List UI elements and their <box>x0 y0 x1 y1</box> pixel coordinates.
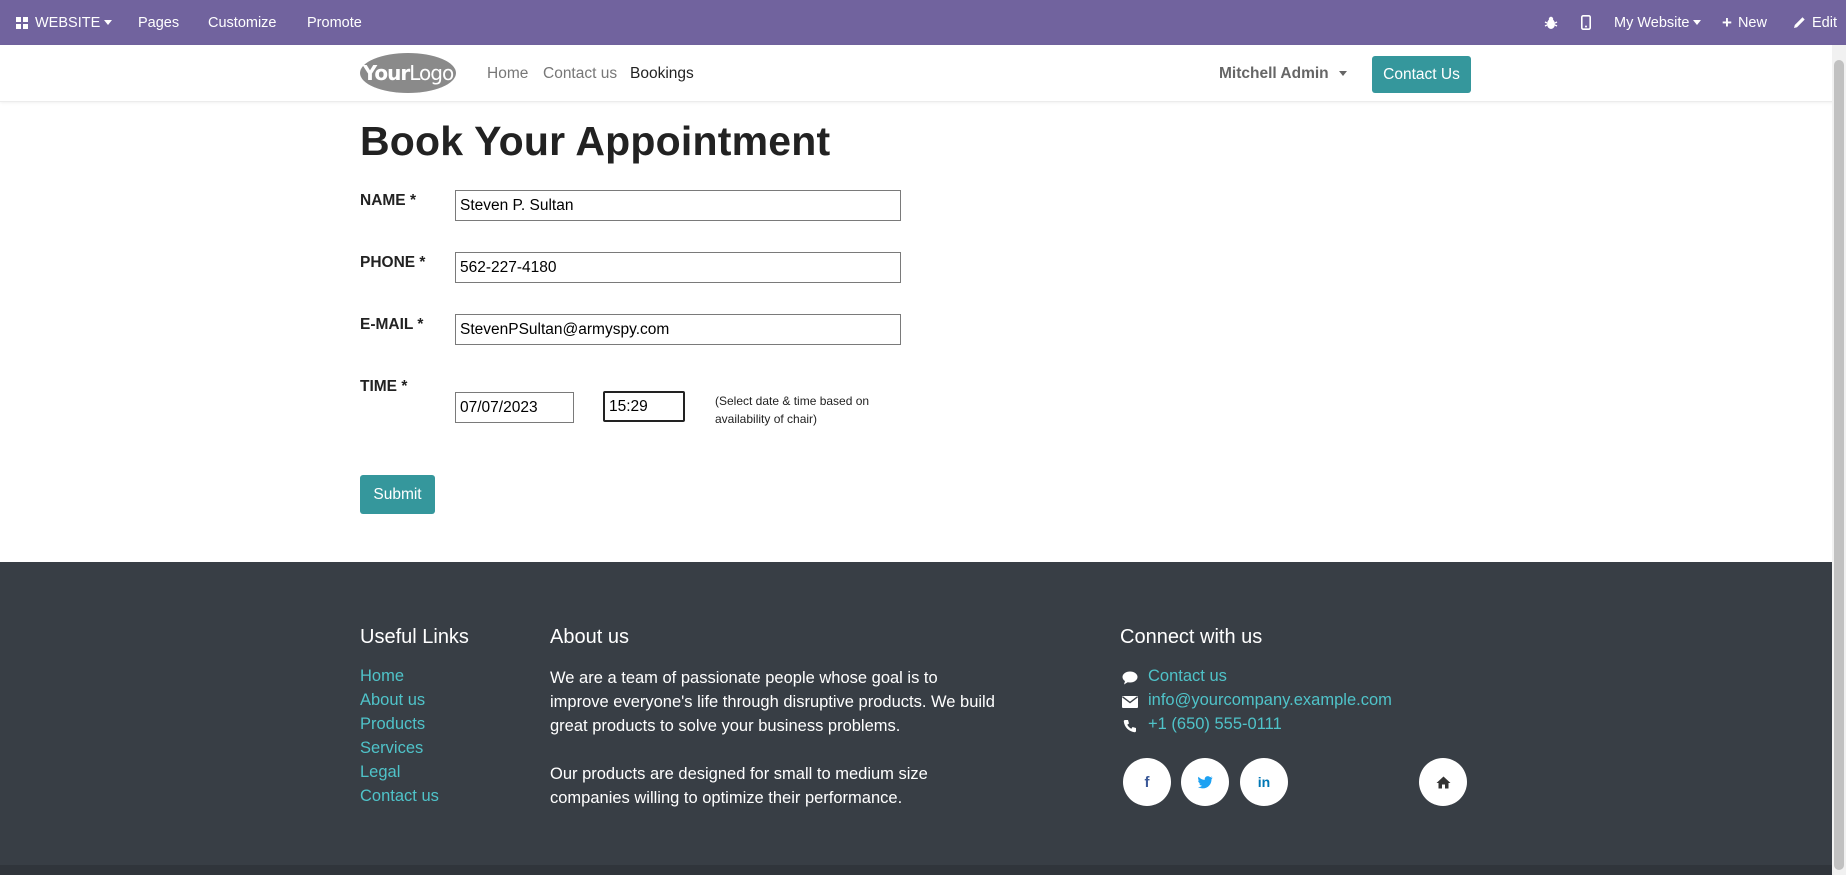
plus-icon: + <box>1722 12 1732 32</box>
apps-grid-icon <box>16 16 28 29</box>
mobile-preview-icon[interactable] <box>1581 0 1591 45</box>
time-field[interactable]: 15:29 <box>603 391 685 422</box>
name-label: NAME * <box>360 192 416 209</box>
caret-down-icon <box>1338 71 1347 76</box>
edit-label: Edit <box>1812 14 1837 31</box>
linkedin-icon[interactable]: in <box>1240 758 1288 806</box>
email-label: E-MAIL * <box>360 316 424 333</box>
footer-link-about-us[interactable]: About us <box>360 691 425 710</box>
promote-menu[interactable]: Promote <box>307 0 362 45</box>
connect-phone-link[interactable]: +1 (650) 555-0111 <box>1148 715 1282 734</box>
page-title: Book Your Appointment <box>360 118 831 164</box>
new-label: New <box>1737 14 1767 31</box>
connect-contact-link[interactable]: Contact us <box>1148 667 1227 686</box>
website-menu-label: WEBSITE <box>35 14 101 31</box>
about-us-title: About us <box>550 626 629 648</box>
twitter-icon[interactable] <box>1181 758 1229 806</box>
footer-copyright-strip <box>0 865 1846 875</box>
pages-menu[interactable]: Pages <box>138 0 179 45</box>
envelope-icon <box>1121 693 1139 711</box>
pencil-icon <box>1794 17 1805 28</box>
name-field[interactable]: Steven P. Sultan <box>455 190 901 221</box>
contact-us-button[interactable]: Contact Us <box>1372 56 1471 93</box>
footer-link-services[interactable]: Services <box>360 739 423 758</box>
user-menu[interactable]: Mitchell Admin <box>1219 45 1347 102</box>
company-logo[interactable]: Your Logo <box>360 53 456 93</box>
phone-label: PHONE * <box>360 254 426 271</box>
nav-home[interactable]: Home <box>487 45 528 102</box>
useful-links-title: Useful Links <box>360 626 469 648</box>
phone-icon <box>1121 717 1139 735</box>
connect-title: Connect with us <box>1120 626 1263 648</box>
caret-down-icon <box>1693 20 1702 25</box>
time-hint: (Select date & time based on availabilit… <box>715 394 870 426</box>
facebook-icon[interactable]: f <box>1123 758 1171 806</box>
nav-contact-us[interactable]: Contact us <box>543 45 617 102</box>
edit-button[interactable]: Edit <box>1793 0 1837 45</box>
scrollbar-thumb[interactable] <box>1834 60 1844 870</box>
comment-icon <box>1121 669 1139 687</box>
date-field[interactable]: 07/07/2023 <box>455 392 574 423</box>
home-icon[interactable] <box>1419 758 1467 806</box>
nav-bookings[interactable]: Bookings <box>630 45 694 102</box>
my-website-menu[interactable]: My Website <box>1614 0 1702 45</box>
time-label: TIME * <box>360 378 408 395</box>
connect-email-link[interactable]: info@yourcompany.example.com <box>1148 691 1392 710</box>
site-footer: Useful Links Home About us Products Serv… <box>0 562 1846 875</box>
footer-link-contact-us[interactable]: Contact us <box>360 787 439 806</box>
customize-menu[interactable]: Customize <box>208 0 277 45</box>
new-button[interactable]: + New <box>1722 0 1767 45</box>
about-us-paragraph-1: We are a team of passionate people whose… <box>550 669 995 735</box>
logo-text-light: Logo <box>409 61 454 85</box>
logo-text-bold: Your <box>362 61 410 85</box>
about-us-paragraph-2: Our products are designed for small to m… <box>550 765 928 807</box>
debug-bug-icon[interactable] <box>1544 0 1558 45</box>
page-scrollbar[interactable] <box>1832 45 1846 875</box>
user-name: Mitchell Admin <box>1219 64 1329 82</box>
phone-field[interactable]: 562-227-4180 <box>455 252 901 283</box>
footer-link-products[interactable]: Products <box>360 715 425 734</box>
my-website-label: My Website <box>1614 14 1690 31</box>
website-menu-button[interactable]: WEBSITE <box>16 0 113 45</box>
submit-button[interactable]: Submit <box>360 475 435 514</box>
site-header: Your Logo Home Contact us Bookings Mitche… <box>0 45 1846 102</box>
caret-down-icon <box>104 20 113 25</box>
email-field[interactable]: StevenPSultan@armyspy.com <box>455 314 901 345</box>
footer-link-home[interactable]: Home <box>360 667 404 686</box>
footer-link-legal[interactable]: Legal <box>360 763 400 782</box>
website-admin-bar: WEBSITE Pages Customize Promote My Websi… <box>0 0 1846 45</box>
